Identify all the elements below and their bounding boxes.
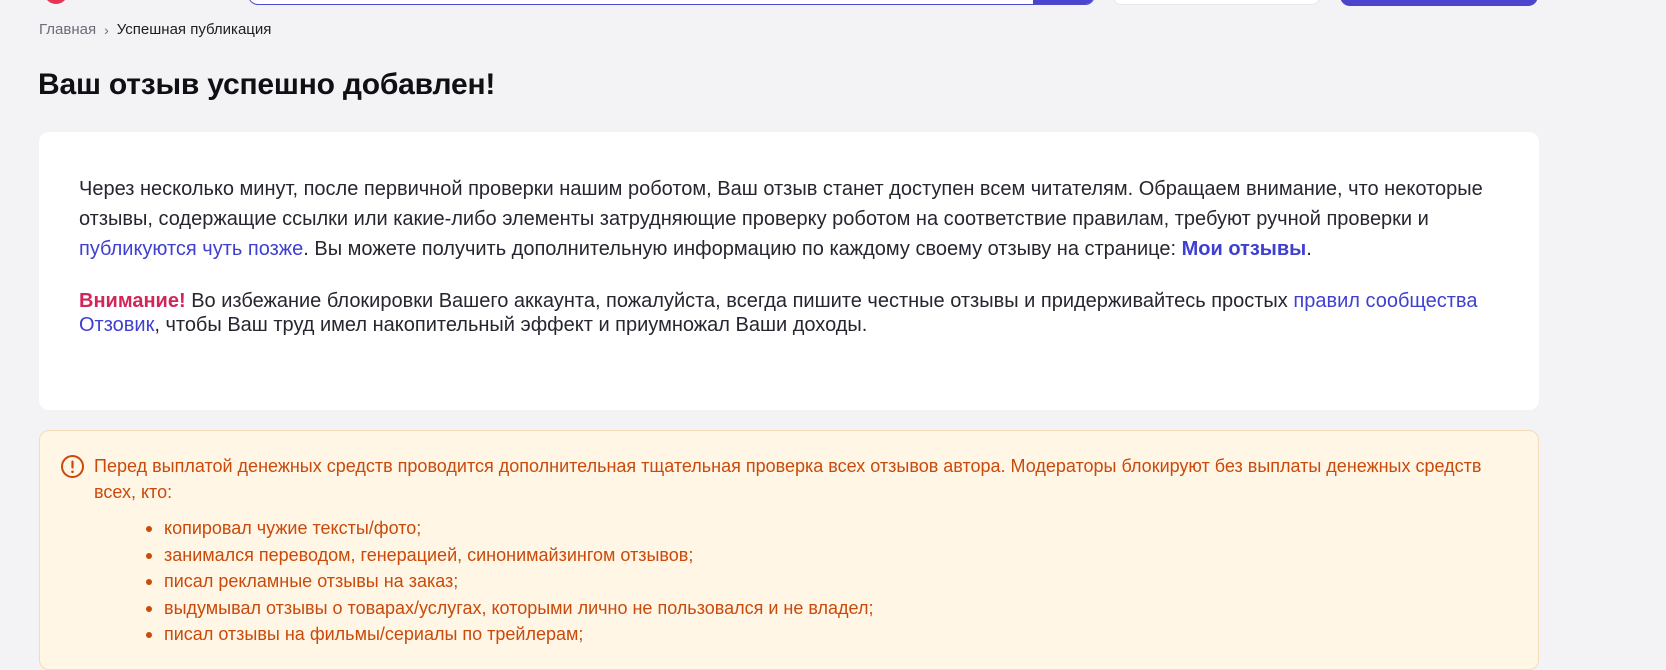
success-message: Через несколько минут, после первичной п… [79,174,1499,264]
success-text-end: . [1306,238,1312,260]
list-item: копировал чужие тексты/фото; [146,515,1508,542]
breadcrumb-home-link[interactable]: Главная [39,21,96,38]
search-input[interactable] [248,0,1095,5]
success-text-b: . Вы можете получить дополнительную инфо… [303,238,1182,260]
list-item: писал рекламные отзывы на заказ; [146,568,1508,595]
list-item: писал отзывы на фильмы/сериалы по трейле… [146,621,1508,648]
breadcrumb-current: Успешная публикация [116,21,272,38]
category-select[interactable] [1113,0,1320,5]
attention-message: Внимание! Во избежание блокировки Вашего… [79,289,1499,337]
notice-text: Перед выплатой денежных средств проводит… [94,456,1482,502]
my-reviews-link[interactable]: Мои отзывы [1182,238,1307,260]
list-item: выдумывал отзывы о товарах/услугах, кото… [146,595,1508,622]
list-item: занимался переводом, генерацией, синоним… [146,542,1508,569]
exclamation-circle-icon [60,454,85,479]
violations-list: копировал чужие тексты/фото; занимался п… [60,515,1508,648]
success-card: Через несколько минут, после первичной п… [39,132,1539,410]
search-button[interactable] [1033,0,1094,4]
header-action-button[interactable] [1340,0,1538,6]
page-title: Ваш отзыв успешно добавлен! [38,68,496,101]
published-later-link[interactable]: публикуются чуть позже [79,238,303,260]
payout-warning-notice: Перед выплатой денежных средств проводит… [39,430,1539,670]
site-logo[interactable] [44,0,68,4]
attention-label: Внимание! [79,290,186,312]
success-text-a: Через несколько минут, после первичной п… [79,178,1483,230]
breadcrumb-separator: › [104,21,109,38]
breadcrumb: Главная › Успешная публикация [39,21,271,38]
attention-text-b: , чтобы Ваш труд имел накопительный эффе… [154,314,868,336]
attention-text-a: Во избежание блокировки Вашего аккаунта,… [185,290,1294,312]
notice-header: Перед выплатой денежных средств проводит… [60,453,1508,505]
